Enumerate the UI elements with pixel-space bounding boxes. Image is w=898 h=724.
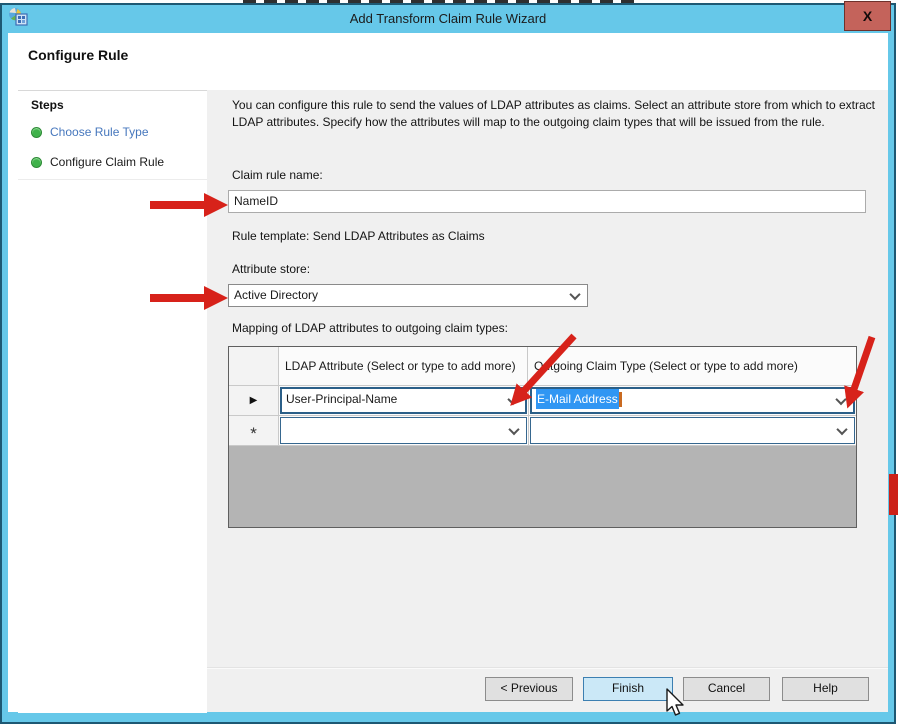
rule-description-text: You can configure this rule to send the … bbox=[232, 97, 884, 131]
step-complete-icon bbox=[31, 127, 42, 138]
chevron-down-icon bbox=[508, 423, 519, 434]
outgoing-claim-type-dropdown[interactable]: E-Mail Address bbox=[530, 387, 855, 414]
cancel-button[interactable]: Cancel bbox=[683, 677, 770, 701]
sidebar-item-configure-claim-rule: Configure Claim Rule bbox=[31, 153, 164, 171]
window-title: Add Transform Claim Rule Wizard bbox=[2, 5, 894, 32]
outgoing-claim-type-column-header: Outgoing Claim Type (Select or type to a… bbox=[528, 347, 856, 385]
outgoing-claim-type-cell bbox=[529, 416, 856, 445]
new-row-marker-icon: * bbox=[250, 423, 257, 438]
app-icon bbox=[8, 7, 28, 27]
table-header-row: LDAP Attribute (Select or type to add mo… bbox=[229, 347, 856, 386]
table-row: ▶ User-Principal-Name E-Mail Address bbox=[229, 386, 856, 416]
ldap-attribute-dropdown-empty[interactable] bbox=[280, 417, 527, 444]
step-label: Choose Rule Type bbox=[50, 125, 149, 139]
chevron-down-icon bbox=[507, 393, 518, 404]
close-button[interactable]: X bbox=[844, 1, 891, 31]
ldap-attribute-cell bbox=[279, 416, 529, 445]
claim-rule-name-label: Claim rule name: bbox=[232, 168, 323, 182]
chevron-down-icon bbox=[836, 423, 847, 434]
page-title: Configure Rule bbox=[28, 47, 128, 63]
steps-heading: Steps bbox=[31, 98, 64, 112]
finish-button[interactable]: Finish bbox=[583, 677, 673, 701]
help-button[interactable]: Help bbox=[782, 677, 869, 701]
chevron-down-icon bbox=[835, 393, 846, 404]
ldap-mapping-table: LDAP Attribute (Select or type to add mo… bbox=[228, 346, 857, 528]
ldap-attribute-cell: User-Principal-Name bbox=[279, 386, 529, 415]
attribute-store-label: Attribute store: bbox=[232, 262, 310, 276]
screenshot-scene: Add Transform Claim Rule Wizard X Config… bbox=[0, 0, 898, 724]
ldap-attribute-dropdown[interactable]: User-Principal-Name bbox=[280, 387, 527, 414]
step-complete-icon bbox=[31, 157, 42, 168]
current-row-selector-cell[interactable]: ▶ bbox=[229, 386, 279, 415]
table-corner-cell bbox=[229, 347, 279, 385]
title-bar[interactable]: Add Transform Claim Rule Wizard X bbox=[2, 5, 894, 33]
claim-rule-name-input[interactable]: NameID bbox=[228, 190, 866, 213]
dialog-client-area: Configure Rule Steps Choose Rule Type Co… bbox=[8, 33, 888, 712]
selected-claim-type-text: E-Mail Address bbox=[536, 389, 619, 409]
sidebar-item-choose-rule-type: Choose Rule Type bbox=[31, 123, 149, 141]
previous-button[interactable]: < Previous bbox=[485, 677, 573, 701]
ldap-attribute-value: User-Principal-Name bbox=[286, 392, 397, 406]
rule-template-text: Rule template: Send LDAP Attributes as C… bbox=[232, 229, 485, 243]
ldap-attribute-column-header: LDAP Attribute (Select or type to add mo… bbox=[279, 347, 528, 385]
button-area-divider bbox=[207, 667, 888, 669]
add-transform-claim-rule-wizard-dialog: Add Transform Claim Rule Wizard X Config… bbox=[0, 3, 896, 724]
main-content: You can configure this rule to send the … bbox=[207, 90, 888, 712]
attribute-store-value: Active Directory bbox=[234, 288, 318, 302]
attribute-store-dropdown[interactable]: Active Directory bbox=[228, 284, 588, 307]
sidebar-divider bbox=[18, 179, 207, 180]
steps-sidebar: Steps Choose Rule Type Configure Claim R… bbox=[18, 90, 207, 713]
text-caret bbox=[619, 392, 622, 407]
outgoing-claim-type-cell: E-Mail Address bbox=[529, 386, 856, 415]
step-label: Configure Claim Rule bbox=[50, 155, 164, 169]
table-new-row: * bbox=[229, 416, 856, 446]
mapping-label: Mapping of LDAP attributes to outgoing c… bbox=[232, 321, 508, 335]
new-row-selector-cell[interactable]: * bbox=[229, 416, 279, 445]
chevron-down-icon bbox=[569, 288, 580, 299]
table-empty-area bbox=[229, 446, 856, 527]
current-row-marker-icon: ▶ bbox=[250, 395, 258, 406]
outgoing-claim-type-dropdown-empty[interactable] bbox=[530, 417, 855, 444]
